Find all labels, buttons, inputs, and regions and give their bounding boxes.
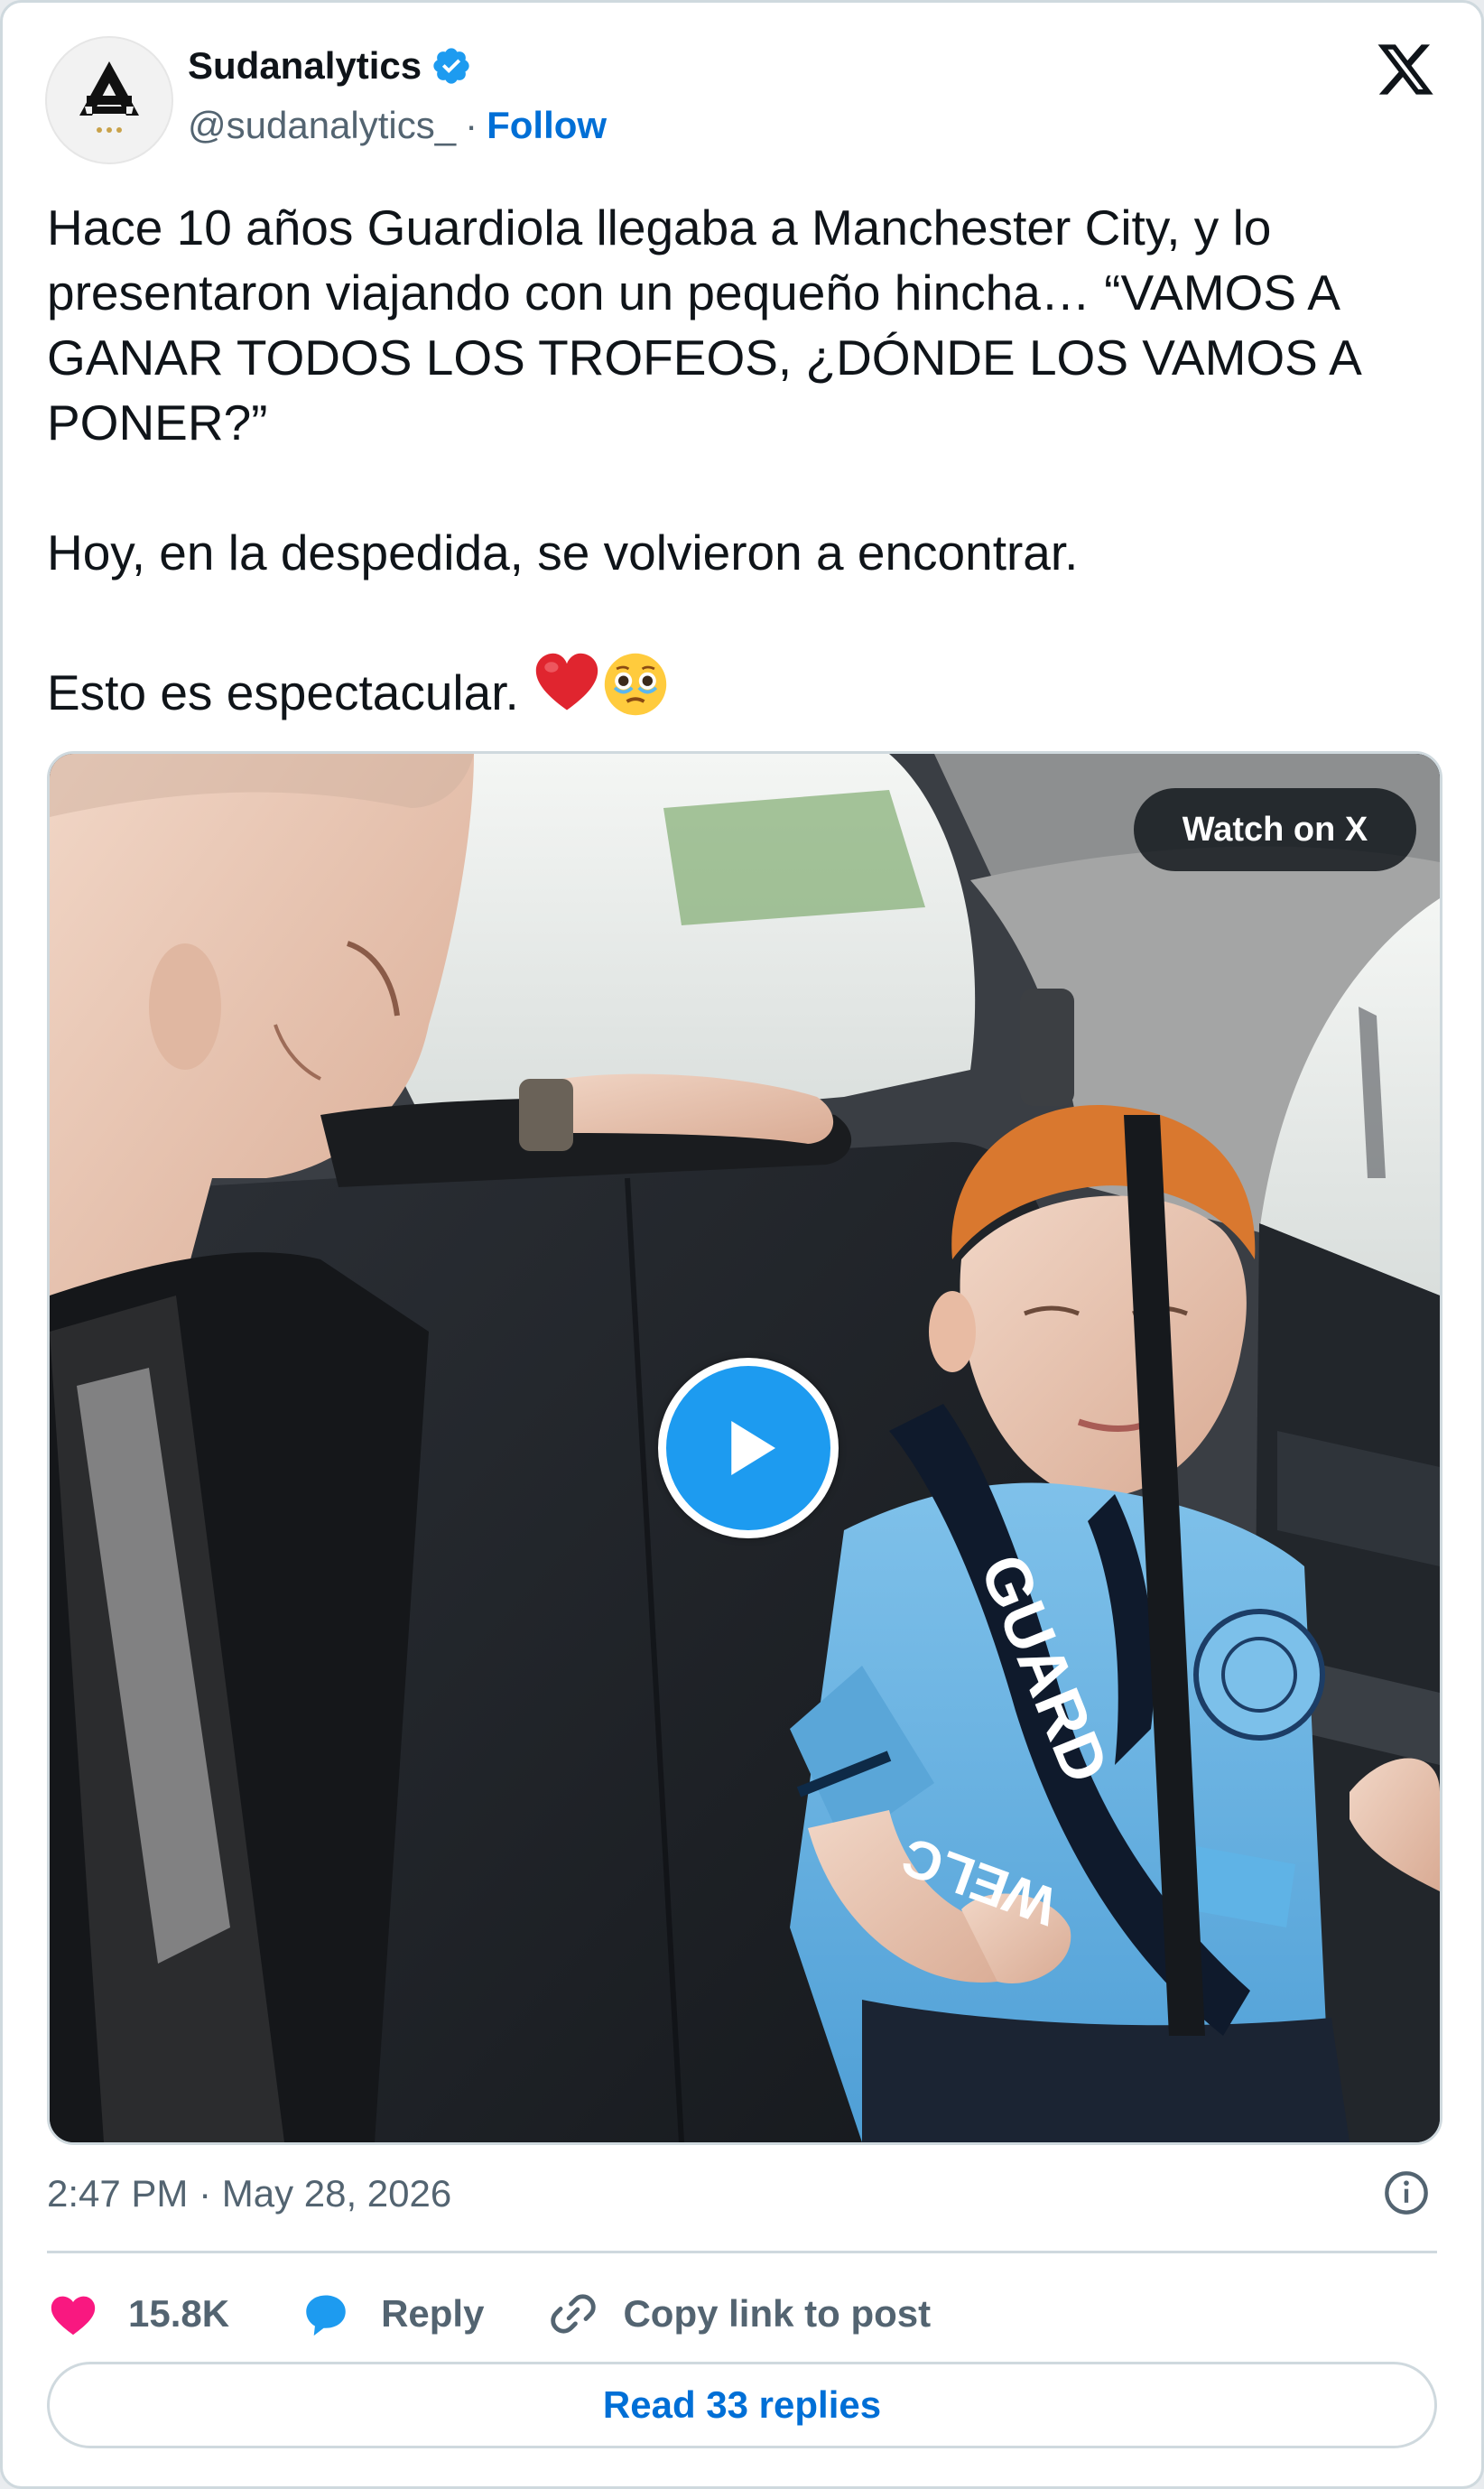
watch-on-x-button[interactable]: Watch on X	[1134, 788, 1416, 871]
tweet-timestamp[interactable]: 2:47 PM · May 28, 2026	[47, 2172, 451, 2215]
play-button[interactable]	[658, 1358, 839, 1538]
like-button[interactable]: 15.8K	[47, 2288, 229, 2340]
tweet-paragraph-last: Esto es espectacular.	[47, 650, 1455, 725]
tweet-paragraph-text: Esto es espectacular.	[47, 664, 519, 720]
face-holding-back-tears-icon	[604, 653, 667, 716]
author-handle[interactable]: @sudanalytics_	[188, 104, 456, 147]
info-icon[interactable]	[1383, 2169, 1430, 2216]
copy-link-label: Copy link to post	[623, 2292, 932, 2335]
reply-button[interactable]: Reply	[300, 2288, 484, 2340]
tweet-paragraph: Hace 10 años Guardiola llegaba a Manches…	[47, 200, 1359, 450]
tweet-paragraph: Hoy, en la despedida, se volvieron a enc…	[47, 525, 1079, 580]
like-count: 15.8K	[128, 2292, 230, 2335]
author-avatar[interactable]	[45, 36, 173, 164]
link-icon	[551, 2294, 597, 2334]
play-icon	[731, 1421, 775, 1475]
tweet-card: Sudanalytics @sudanalytics_ · Follow Hac…	[0, 0, 1484, 2489]
footer-divider	[47, 2251, 1437, 2253]
author-name-row[interactable]: Sudanalytics	[188, 44, 472, 88]
sudanalytics-logo-icon	[79, 61, 139, 133]
reply-label: Reply	[381, 2292, 485, 2335]
red-heart-icon	[535, 653, 598, 710]
action-bar: 15.8K Reply Copy link to post	[47, 2278, 931, 2350]
separator-dot: ·	[465, 104, 478, 146]
follow-button[interactable]: Follow	[487, 104, 607, 147]
verified-badge-icon	[433, 48, 469, 84]
read-replies-button[interactable]: Read 33 replies	[47, 2362, 1437, 2448]
tweet-text: Hace 10 años Guardiola llegaba a Manches…	[47, 195, 1455, 725]
author-display-name[interactable]: Sudanalytics	[188, 44, 422, 88]
heart-icon	[51, 2296, 96, 2336]
reply-bubble-icon	[306, 2295, 346, 2336]
copy-link-button[interactable]: Copy link to post	[547, 2288, 931, 2340]
video-thumbnail[interactable]: GUARD WELC Watch on X	[47, 751, 1442, 2145]
author-handle-row: @sudanalytics_ · Follow	[188, 104, 607, 147]
x-logo-icon[interactable]	[1375, 39, 1436, 100]
